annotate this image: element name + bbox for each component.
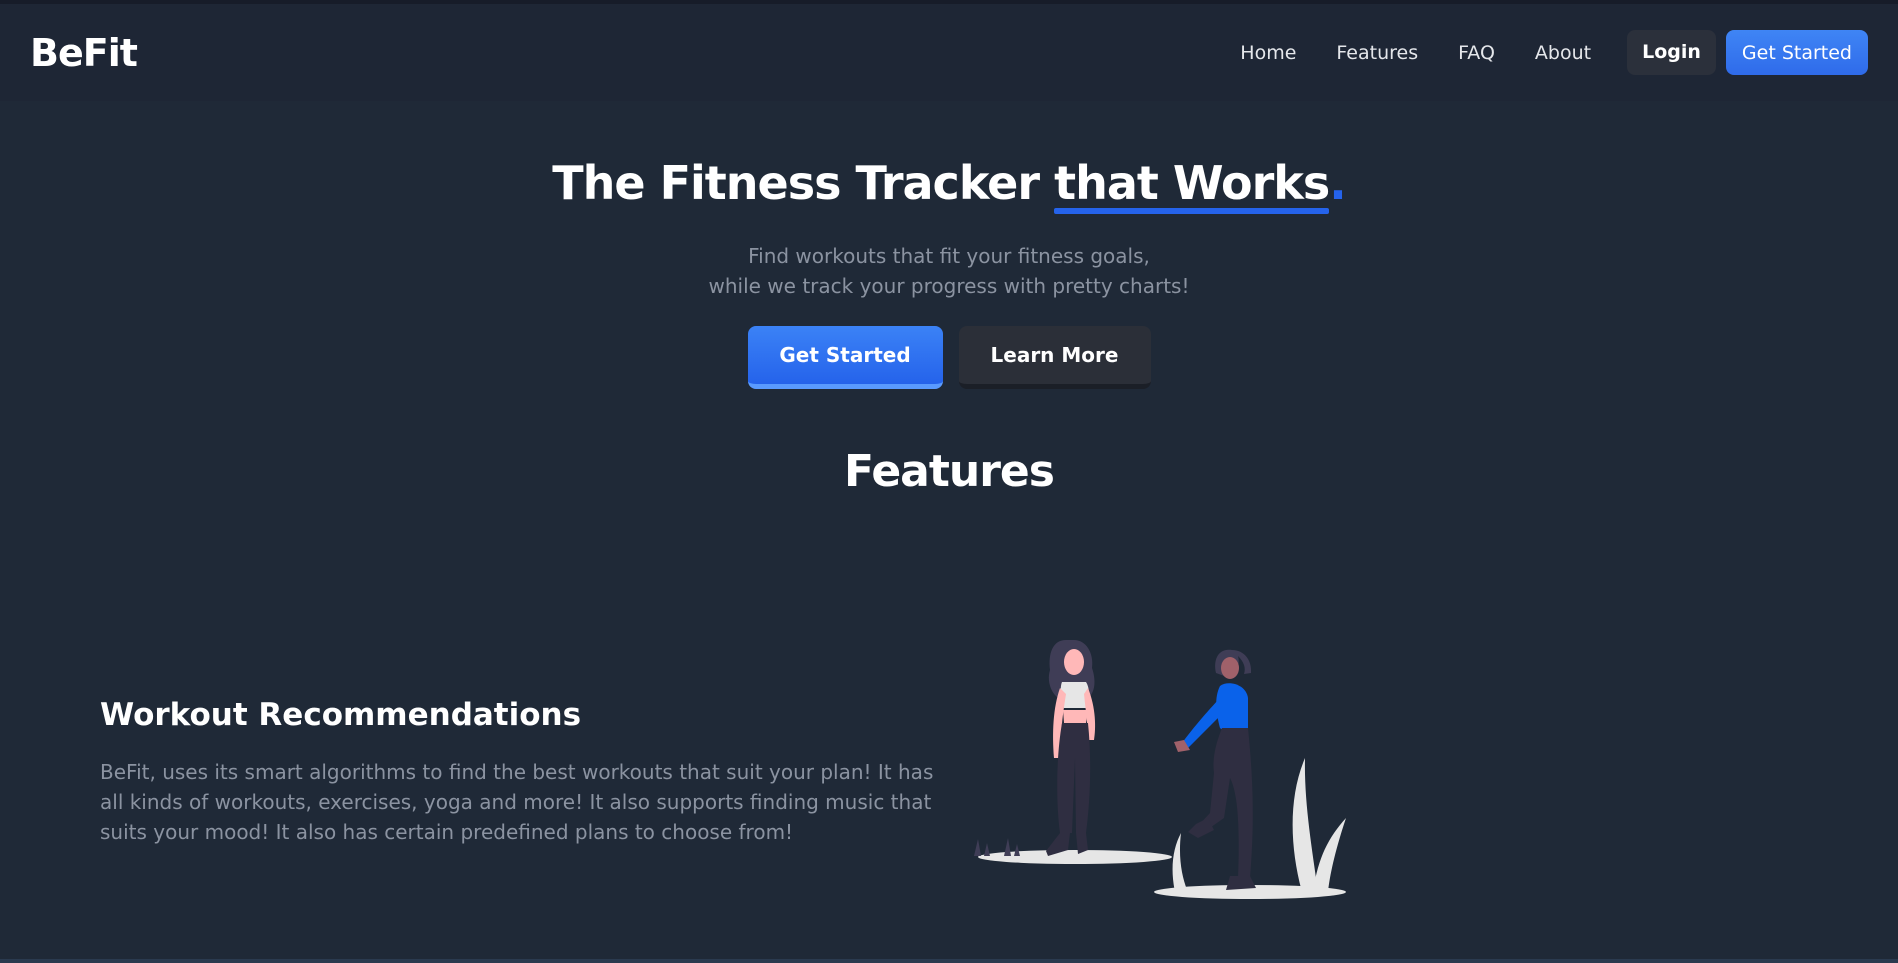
bottom-border [0,959,1898,963]
hero-title-dot: . [1329,156,1347,210]
learn-more-button[interactable]: Learn More [958,326,1151,389]
plant-small [1172,833,1188,892]
hero-subtitle-line-2: while we track your progress with pretty… [708,274,1190,298]
hero-subtitle-line-1: Find workouts that fit your fitness goal… [748,244,1150,268]
feature-description: BeFit, uses its smart algorithms to find… [100,760,934,844]
nav-link-faq[interactable]: FAQ [1458,42,1495,64]
navbar: BeFit Home Features FAQ About Login Get … [0,4,1898,101]
figure-woman-standing [1046,640,1096,856]
hero-title: The Fitness Tracker that Works. [0,156,1898,214]
features-heading: Features [844,446,1055,497]
nav-get-started-button[interactable]: Get Started [1725,30,1868,75]
nav-link-about[interactable]: About [1535,42,1591,64]
hero-buttons: Get Started Learn More [0,326,1898,389]
hero-subtitle: Find workouts that fit your fitness goal… [0,241,1898,301]
nav-link-features[interactable]: Features [1336,42,1418,64]
plant-tall [1292,758,1318,892]
figure-woman-stretching [1174,649,1256,890]
page: BeFit Home Features FAQ About Login Get … [0,0,1898,963]
logo[interactable]: BeFit [30,31,138,75]
workout-illustration [974,640,1346,899]
login-button[interactable]: Login [1627,30,1716,75]
hero-title-text: The Fitness Tracker [552,156,1055,210]
nav-menu: Home Features FAQ About Login Get Starte… [1240,30,1868,75]
feature-title: Workout Recommendations [100,697,582,733]
nav-link-home[interactable]: Home [1240,42,1296,64]
plant-leaf [1313,818,1346,892]
hero-get-started-button[interactable]: Get Started [747,326,943,389]
hero-title-highlight: that Works [1054,156,1330,214]
